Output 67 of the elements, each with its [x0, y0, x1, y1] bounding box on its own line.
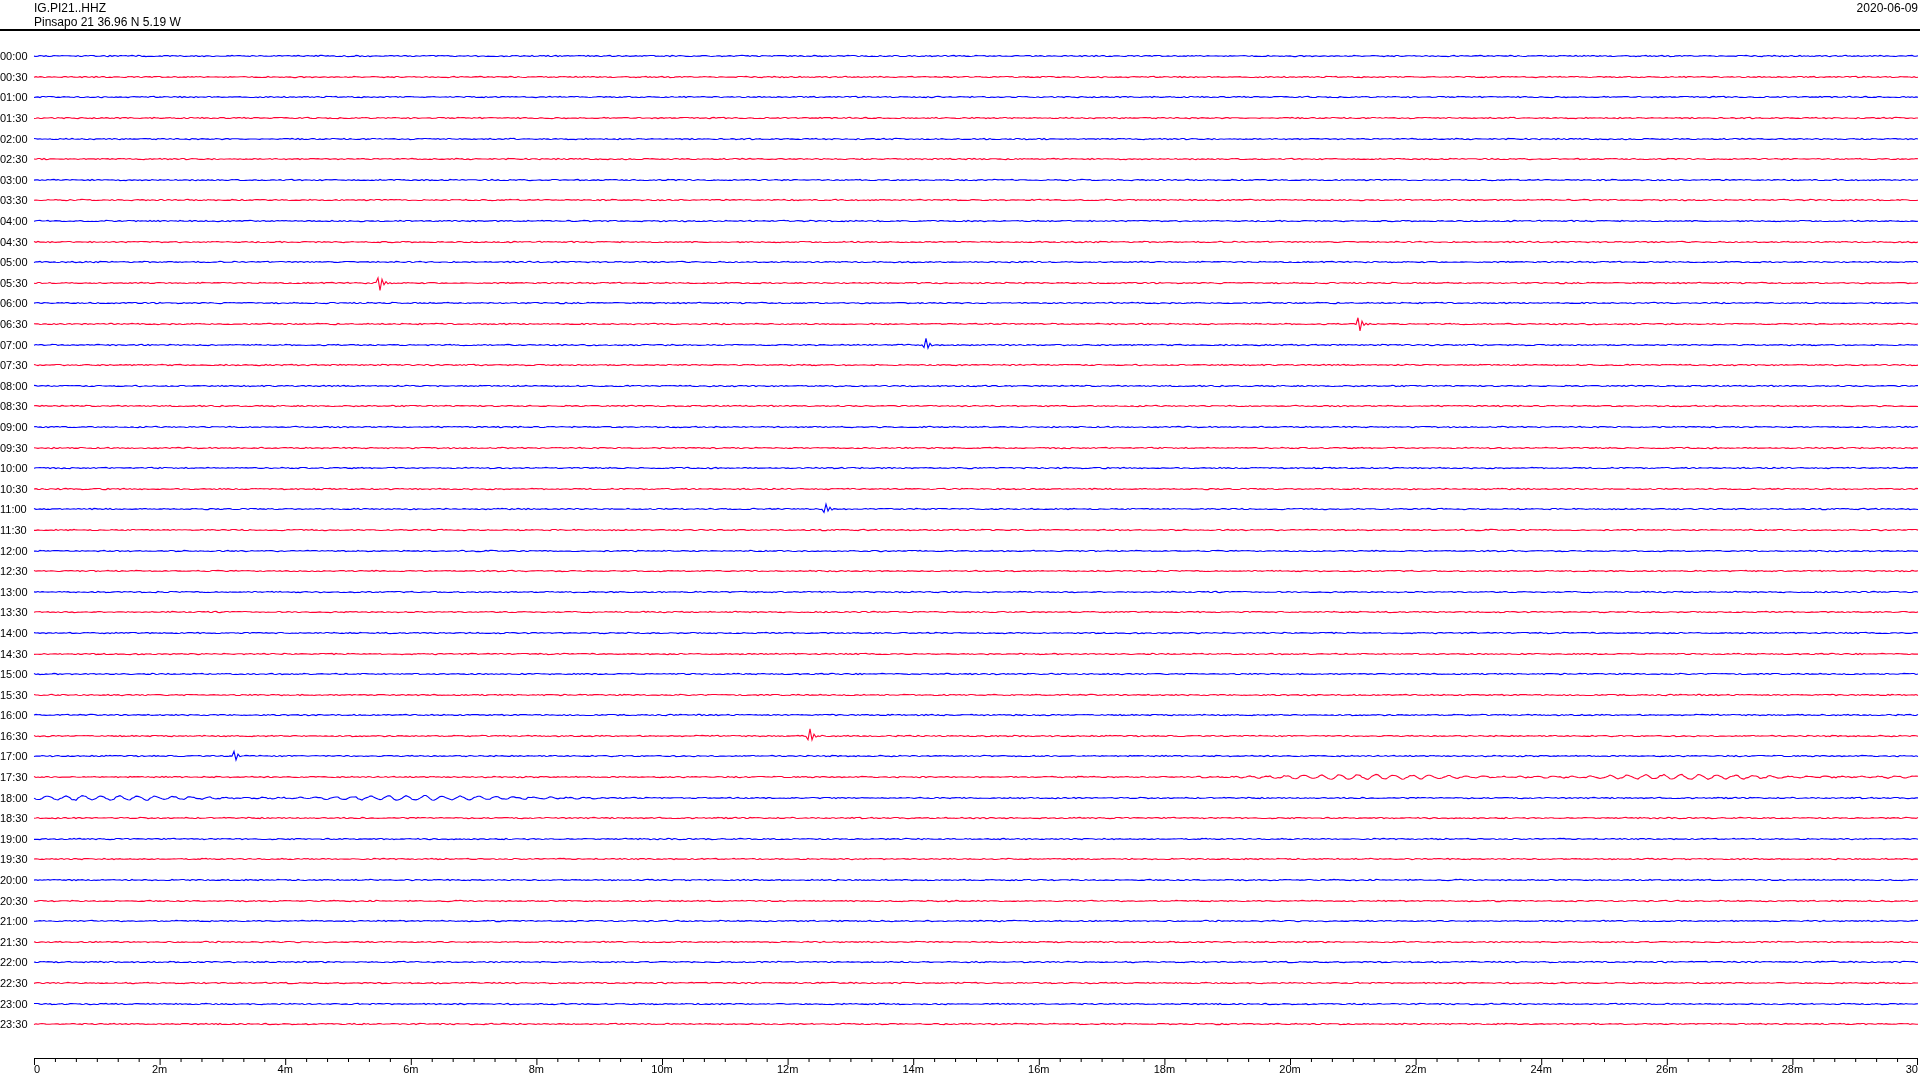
hour-label: 18:00: [0, 791, 29, 804]
hour-label: 16:00: [0, 709, 29, 722]
hour-label: 12:30: [0, 565, 29, 578]
hour-label: 13:30: [0, 606, 29, 619]
hour-label: 17:00: [0, 750, 29, 763]
hour-label: 00:30: [0, 70, 29, 83]
hour-label: 11:30: [0, 523, 28, 536]
axis-tick-label: 2m: [151, 1062, 168, 1075]
hour-label: 15:30: [0, 688, 29, 701]
axis-tick-label: 30: [1905, 1062, 1918, 1075]
hour-label: 09:00: [0, 421, 29, 433]
hour-label: 03:00: [0, 173, 29, 186]
hour-label: 14:00: [0, 626, 29, 639]
hour-label: 03:30: [0, 194, 29, 207]
hour-label: 20:00: [0, 874, 29, 887]
hour-label: 18:30: [0, 812, 29, 825]
hour-label: 08:30: [0, 400, 29, 413]
axis-tick-label: 8m: [528, 1062, 545, 1075]
hour-label: 12:00: [0, 544, 29, 557]
hour-label: 19:30: [0, 853, 29, 866]
hour-label: 04:00: [0, 215, 29, 228]
station-info: Pinsapo 21 36.96 N 5.19 W: [34, 15, 181, 29]
axis-tick-label: 10m: [651, 1062, 673, 1075]
hour-label: 06:30: [0, 318, 29, 330]
hour-label: 10:00: [0, 462, 29, 475]
axis-tick-label: 20m: [1279, 1062, 1301, 1075]
axis-tick-label: 24m: [1530, 1062, 1552, 1075]
hour-label: 00:00: [0, 50, 29, 63]
hour-label: 14:30: [0, 647, 29, 660]
date-label: 2020-06-09: [1856, 1, 1919, 17]
hour-label: 22:30: [0, 977, 29, 989]
hour-label: 19:00: [0, 832, 29, 845]
axis-tick-label: 16m: [1028, 1062, 1050, 1075]
hour-label: 05:00: [0, 256, 29, 269]
hour-label: 10:30: [0, 482, 29, 495]
hour-label: 09:30: [0, 441, 29, 454]
axis-tick-label: 0: [34, 1062, 41, 1075]
hour-label: 23:00: [0, 997, 29, 1010]
axis-tick-label: 22m: [1404, 1062, 1427, 1075]
axis-tick-label: 12m: [776, 1062, 799, 1075]
axis-tick-label: 6m: [403, 1062, 419, 1075]
hour-label: 20:30: [0, 894, 29, 907]
hour-label: 06:00: [0, 297, 29, 310]
hour-label: 08:00: [0, 379, 29, 392]
hour-label: 23:30: [0, 1018, 29, 1031]
hour-label: 17:30: [0, 771, 29, 784]
axis-tick-label: 26m: [1656, 1062, 1678, 1075]
hour-label: 16:30: [0, 729, 29, 742]
hour-label: 13:00: [0, 585, 29, 598]
hour-label: 07:30: [0, 359, 29, 372]
axis-tick-label: 4m: [277, 1062, 293, 1075]
hour-label: 21:00: [0, 915, 29, 928]
axis-tick-label: 14m: [902, 1062, 924, 1075]
hour-label: 05:30: [0, 276, 29, 289]
hour-label: 04:30: [0, 235, 29, 248]
hour-label: 02:00: [0, 132, 29, 145]
hour-label: 07:00: [0, 338, 29, 351]
hour-label: 01:30: [0, 112, 29, 125]
channel-code: IG.PI21..HHZ: [34, 1, 108, 15]
hour-label: 22:00: [0, 956, 29, 969]
hour-label: 02:30: [0, 153, 29, 166]
hour-label: 01:00: [0, 91, 29, 104]
axis-tick-label: 28m: [1781, 1062, 1804, 1075]
axis-tick-label: 18m: [1153, 1062, 1176, 1075]
hour-label: 11:00: [0, 503, 28, 516]
hour-label: 21:30: [0, 935, 29, 948]
hour-label: 15:00: [0, 668, 29, 681]
